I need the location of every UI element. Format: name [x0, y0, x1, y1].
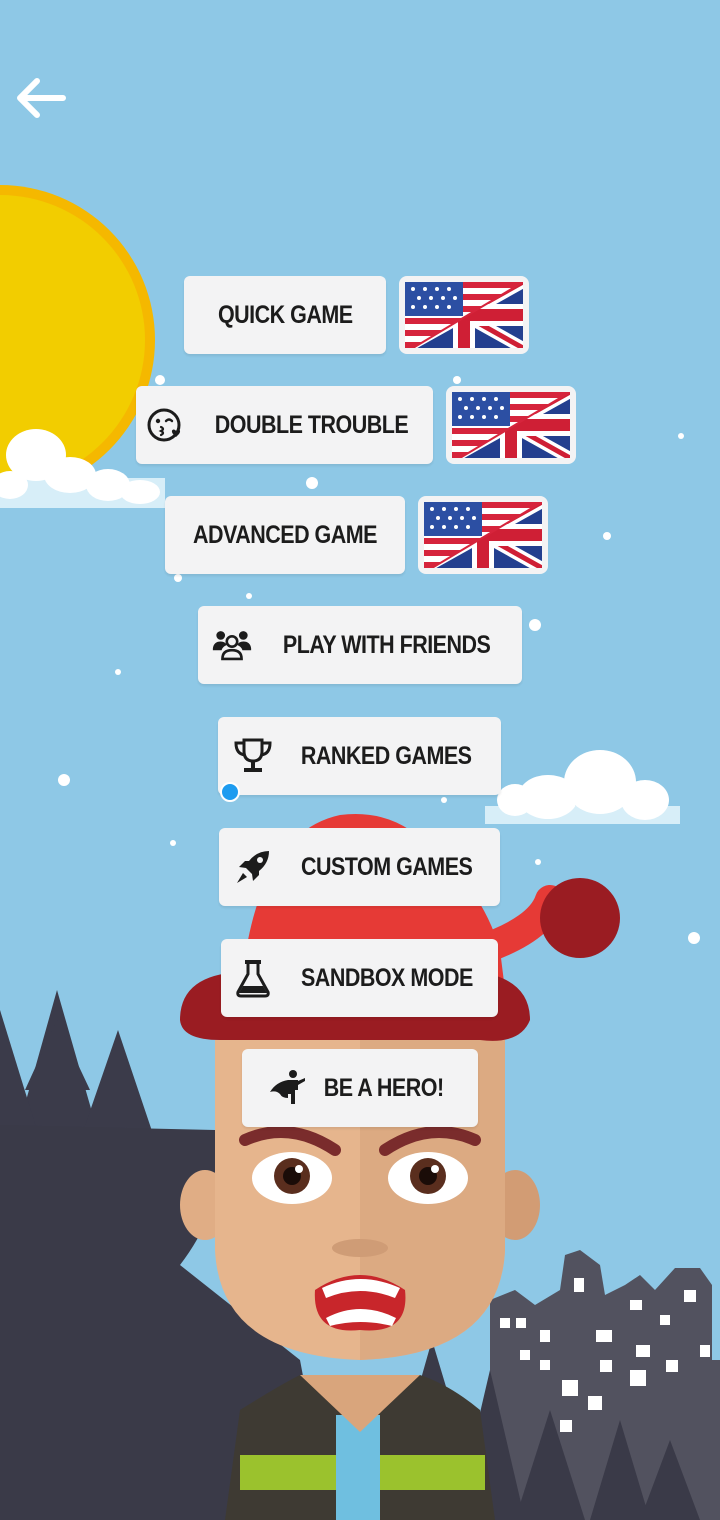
advanced-game-label: ADVANCED GAME [192, 520, 378, 549]
double-trouble-label: DOUBLE TROUBLE [214, 410, 409, 439]
arrow-left-icon [17, 78, 66, 118]
double-trouble-button[interactable]: DOUBLE TROUBLE [136, 386, 433, 464]
ranked-games-label: RANKED GAMES [301, 741, 472, 770]
be-a-hero-button[interactable]: BE A HERO! [242, 1049, 478, 1127]
back-button[interactable] [10, 70, 70, 126]
touch-indicator [220, 782, 240, 802]
sandbox-mode-button[interactable]: SANDBOX MODE [221, 939, 498, 1017]
flask-icon [233, 958, 273, 998]
us-uk-flag-icon [452, 392, 570, 458]
custom-games-label: CUSTOM GAMES [300, 852, 473, 881]
custom-games-button[interactable]: CUSTOM GAMES [219, 828, 500, 906]
caped-hero-icon [266, 1068, 306, 1108]
be-a-hero-label: BE A HERO! [324, 1073, 444, 1102]
users-icon [212, 625, 252, 665]
sandbox-mode-label: SANDBOX MODE [300, 963, 473, 992]
play-with-friends-label: PLAY WITH FRIENDS [283, 630, 491, 659]
double-trouble-language-button[interactable] [446, 386, 576, 464]
us-uk-flag-icon [405, 282, 523, 348]
kiss-wink-heart-icon [145, 405, 185, 445]
quick-game-language-button[interactable] [399, 276, 529, 354]
trophy-icon [233, 736, 273, 776]
advanced-game-language-button[interactable] [418, 496, 548, 574]
quick-game-label: QUICK GAME [217, 300, 353, 329]
rocket-icon [233, 847, 273, 887]
quick-game-button[interactable]: QUICK GAME [184, 276, 386, 354]
play-with-friends-button[interactable]: PLAY WITH FRIENDS [198, 606, 522, 684]
us-uk-flag-icon [424, 502, 542, 568]
ranked-games-button[interactable]: RANKED GAMES [218, 717, 501, 795]
advanced-game-button[interactable]: ADVANCED GAME [165, 496, 405, 574]
